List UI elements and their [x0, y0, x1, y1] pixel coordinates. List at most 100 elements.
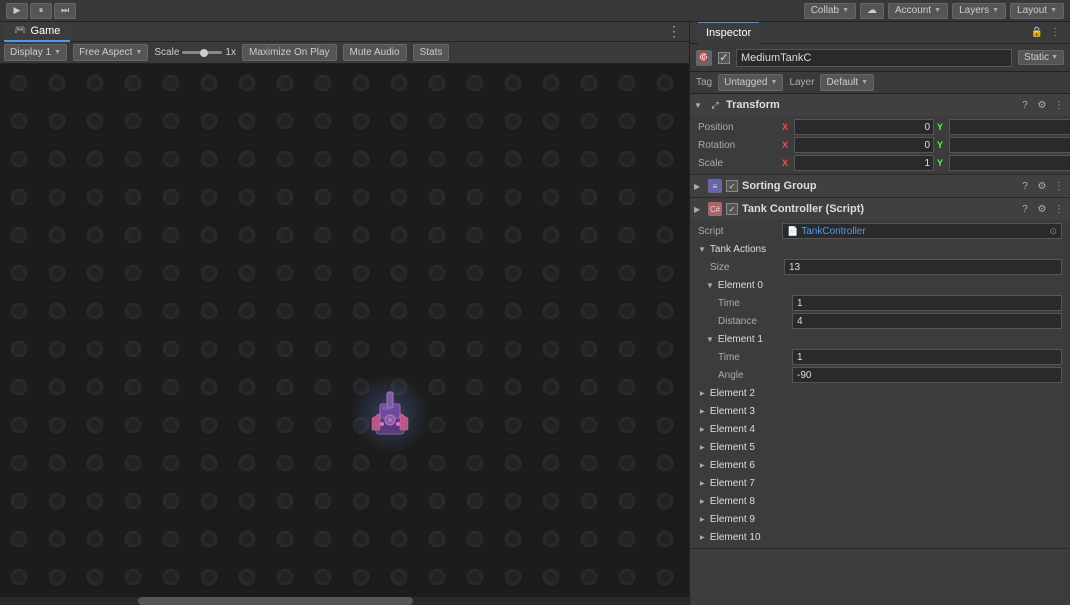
tank-controller-more-icon[interactable]: ⋮	[1052, 202, 1066, 216]
element-10-header[interactable]: ▼ Element 10	[690, 528, 1070, 546]
sorting-group-header-icons: ? ⚙ ⋮	[1018, 179, 1066, 193]
tank-actions-header[interactable]: ▼ Tank Actions	[690, 240, 1070, 258]
element-6-header[interactable]: ▼ Element 6	[690, 456, 1070, 474]
sorting-group-help-icon[interactable]: ?	[1018, 179, 1032, 193]
display-dropdown[interactable]: Display 1 ▼	[4, 44, 67, 61]
horizontal-scrollbar[interactable]	[0, 597, 689, 605]
element-0-distance-field: Distance	[698, 312, 1070, 330]
object-name-bar: 🎯 ✓ Static ▼	[690, 44, 1070, 72]
aspect-dropdown[interactable]: Free Aspect ▼	[73, 44, 148, 61]
element-5-label: Element 5	[710, 442, 755, 453]
element-5-header[interactable]: ▼ Element 5	[690, 438, 1070, 456]
object-name-input[interactable]	[736, 49, 1012, 67]
tank-controller-component: ▶ C# ✓ Tank Controller (Script) ? ⚙ ⋮ Sc…	[690, 198, 1070, 549]
tag-dropdown[interactable]: Untagged ▼	[718, 74, 783, 91]
inspector-content[interactable]: ▼ ⤢ Transform ? ⚙ ⋮ Position	[690, 94, 1070, 605]
rotation-y-input[interactable]	[949, 137, 1070, 153]
scale-x-input[interactable]	[794, 155, 934, 171]
game-tab[interactable]: 🎮 Game	[4, 22, 70, 42]
sorting-group-checkbox[interactable]: ✓	[726, 180, 738, 192]
transform-more-icon[interactable]: ⋮	[1052, 98, 1066, 112]
tank-controller-help-icon[interactable]: ?	[1018, 202, 1032, 216]
transform-help-icon[interactable]: ?	[1018, 98, 1032, 112]
top-bar-left: ▶ ⏸ ⏭	[6, 3, 76, 19]
scale-x-label: X	[782, 158, 792, 168]
array-size-field: Size	[690, 258, 1070, 276]
top-bar: ▶ ⏸ ⏭ Collab ▼ ☁ Account ▼ Layers ▼ Layo…	[0, 0, 1070, 22]
array-size-input[interactable]	[784, 259, 1062, 275]
element-0-expand-icon: ▼	[706, 281, 714, 290]
inspector-tab[interactable]: Inspector	[698, 22, 759, 44]
script-value[interactable]: 📄 TankController ⊙	[782, 223, 1062, 239]
transform-settings-icon[interactable]: ⚙	[1035, 98, 1049, 112]
top-bar-right: Collab ▼ ☁ Account ▼ Layers ▼ Layout ▼	[804, 3, 1064, 19]
element-3-header[interactable]: ▼ Element 3	[690, 402, 1070, 420]
element-9-header[interactable]: ▼ Element 9	[690, 510, 1070, 528]
sorting-group-name: Sorting Group	[742, 180, 1014, 192]
inspector-tabs: Inspector	[698, 22, 759, 44]
rotation-x-label: X	[782, 140, 792, 150]
collab-button[interactable]: Collab ▼	[804, 3, 856, 19]
object-active-checkbox[interactable]: ✓	[718, 52, 730, 64]
element-2-header[interactable]: ▼ Element 2	[690, 384, 1070, 402]
aspect-dropdown-arrow: ▼	[135, 49, 142, 56]
layout-button[interactable]: Layout ▼	[1010, 3, 1064, 19]
element-1-time-label: Time	[718, 352, 788, 363]
element-0-label: Element 0	[718, 280, 763, 291]
element-1-time-input[interactable]	[792, 349, 1062, 365]
element-4-header[interactable]: ▼ Element 4	[690, 420, 1070, 438]
tank-controller-header[interactable]: ▶ C# ✓ Tank Controller (Script) ? ⚙ ⋮	[690, 198, 1070, 220]
layer-dropdown[interactable]: Default ▼	[820, 74, 874, 91]
stats-button[interactable]: Stats	[413, 44, 450, 61]
scale-xyz: X Y Z	[782, 155, 1070, 171]
inspector-lock-icon[interactable]: 🔒	[1030, 26, 1044, 40]
sorting-group-settings-icon[interactable]: ⚙	[1035, 179, 1049, 193]
position-y-input[interactable]	[949, 119, 1070, 135]
inspector-header-icons: 🔒 ⋮	[1030, 26, 1062, 40]
transform-header[interactable]: ▼ ⤢ Transform ? ⚙ ⋮	[690, 94, 1070, 116]
inspector-header: Inspector 🔒 ⋮	[690, 22, 1070, 44]
element-0-section: ▼ Element 0 Time Distance	[690, 276, 1070, 330]
element-1-header[interactable]: ▼ Element 1	[698, 330, 1070, 348]
transform-fields: Position X Y Z	[690, 116, 1070, 174]
account-button[interactable]: Account ▼	[888, 3, 948, 19]
pause-button[interactable]: ⏸	[30, 3, 52, 19]
layers-dropdown-icon: ▼	[992, 7, 999, 14]
layers-button[interactable]: Layers ▼	[952, 3, 1006, 19]
scale-value: 1x	[225, 47, 236, 58]
element-7-header[interactable]: ▼ Element 7	[690, 474, 1070, 492]
element-8-expand-icon: ▼	[697, 497, 706, 505]
script-label: Script	[698, 226, 778, 237]
tank-actions-expand-icon: ▼	[698, 245, 706, 254]
sorting-group-more-icon[interactable]: ⋮	[1052, 179, 1066, 193]
scale-y-input[interactable]	[949, 155, 1070, 171]
element-8-header[interactable]: ▼ Element 8	[690, 492, 1070, 510]
element-0-time-input[interactable]	[792, 295, 1062, 311]
scale-y-label: Y	[937, 158, 947, 168]
rotation-x-input[interactable]	[794, 137, 934, 153]
horizontal-scrollbar-thumb	[138, 597, 414, 605]
scale-field-label: Scale	[698, 158, 778, 169]
element-0-header[interactable]: ▼ Element 0	[698, 276, 1070, 294]
static-badge[interactable]: Static ▼	[1018, 50, 1064, 65]
position-x-input[interactable]	[794, 119, 934, 135]
maximize-on-play-button[interactable]: Maximize On Play	[242, 44, 337, 61]
cloud-button[interactable]: ☁	[860, 3, 884, 19]
element-0-distance-input[interactable]	[792, 313, 1062, 329]
inspector-more-icon[interactable]: ⋮	[1048, 26, 1062, 40]
left-panel: 🎮 Game ⋮ Display 1 ▼ Free Aspect ▼ Scale…	[0, 22, 690, 605]
position-xyz: X Y Z	[782, 119, 1070, 135]
sorting-group-header[interactable]: ▶ ≡ ✓ Sorting Group ? ⚙ ⋮	[690, 175, 1070, 197]
scale-slider[interactable]	[182, 51, 222, 54]
script-link-icon: ⊙	[1049, 226, 1057, 237]
element-1-time-field: Time	[698, 348, 1070, 366]
play-button[interactable]: ▶	[6, 3, 28, 19]
mute-audio-button[interactable]: Mute Audio	[343, 44, 407, 61]
element-1-angle-input[interactable]	[792, 367, 1062, 383]
collapsed-elements: ▼ Element 2▼ Element 3▼ Element 4▼ Eleme…	[690, 384, 1070, 546]
tank-controller-checkbox[interactable]: ✓	[726, 203, 738, 215]
tank-controller-settings-icon[interactable]: ⚙	[1035, 202, 1049, 216]
step-button[interactable]: ⏭	[54, 3, 76, 19]
panel-more-icon[interactable]: ⋮	[663, 23, 685, 40]
element-10-expand-icon: ▼	[697, 533, 706, 541]
